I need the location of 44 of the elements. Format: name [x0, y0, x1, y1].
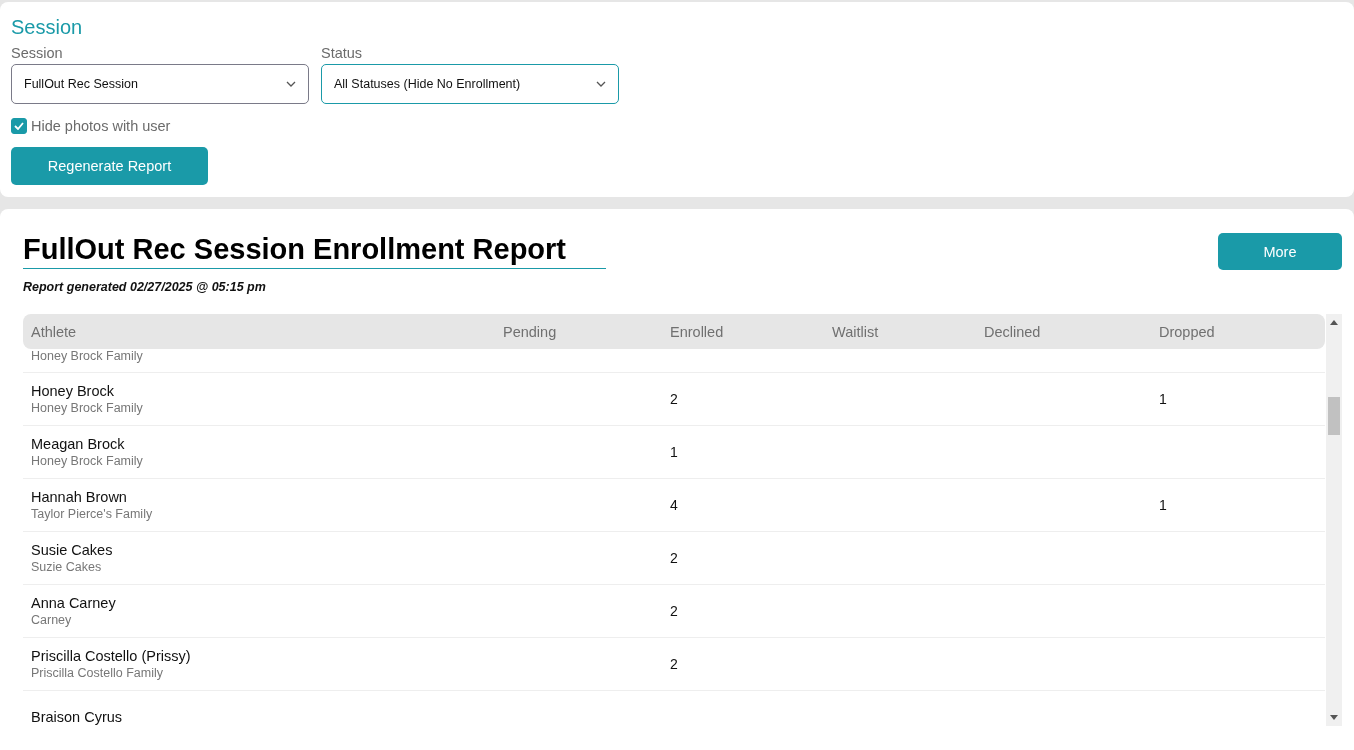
table-cell: 1: [1159, 391, 1167, 407]
athlete-name: Hannah Brown: [31, 489, 128, 505]
athlete-name: Braison Cyrus: [31, 709, 124, 725]
table-cell: 2: [670, 603, 678, 619]
scroll-up-icon[interactable]: [1330, 320, 1338, 325]
table-cell: 2: [670, 550, 678, 566]
family-name: Priscilla Costello Family: [31, 666, 164, 680]
scroll-down-icon[interactable]: [1330, 715, 1338, 720]
table-cell: 1: [1159, 497, 1167, 513]
table-cell: 2: [670, 391, 678, 407]
family-name: Suzie Cakes: [31, 560, 103, 574]
checkbox-label: Hide photos with user: [31, 118, 171, 134]
column-header: Dropped: [1159, 323, 1216, 340]
athlete-name: Anna Carney: [31, 595, 117, 611]
table-cell: 1: [670, 444, 678, 460]
column-header: Pending: [503, 323, 558, 340]
table-cell: 2: [670, 656, 678, 672]
family-name: Honey Brock Family: [31, 454, 144, 468]
report-timestamp: Report generated 02/27/2025 @ 05:15 pm: [23, 280, 267, 294]
scrollbar[interactable]: [1326, 314, 1342, 726]
column-header: Enrolled: [670, 323, 725, 340]
athlete-name: Susie Cakes: [31, 542, 114, 558]
family-name: Taylor Pierce's Family: [31, 507, 154, 521]
report-title: FullOut Rec Session Enrollment Report: [23, 233, 606, 269]
field-label: Status: [321, 45, 364, 61]
athlete-name: Priscilla Costello (Prissy): [31, 648, 192, 664]
athlete-name: Honey Brock: [31, 383, 115, 399]
session-dropdown[interactable]: FullOut Rec Session: [11, 64, 309, 104]
checkmark-icon: [14, 122, 24, 130]
section-heading: Session: [11, 16, 83, 39]
field-label: Session: [11, 45, 64, 61]
family-name: Carney: [31, 613, 73, 627]
checkbox[interactable]: [11, 118, 27, 134]
table-cell: 4: [670, 497, 678, 513]
scrollbar-thumb[interactable]: [1328, 397, 1340, 435]
column-header: Declined: [984, 323, 1042, 340]
athlete-name: Meagan Brock: [31, 436, 126, 452]
status-dropdown[interactable]: All Statuses (Hide No Enrollment): [321, 64, 619, 104]
chevron-down-icon: [596, 81, 606, 87]
family-name: Honey Brock Family: [31, 401, 144, 415]
family-name: Honey Brock Family: [31, 349, 144, 363]
column-header: Waitlist: [832, 323, 880, 340]
column-header: Athlete: [31, 323, 78, 340]
chevron-down-icon: [286, 81, 296, 87]
